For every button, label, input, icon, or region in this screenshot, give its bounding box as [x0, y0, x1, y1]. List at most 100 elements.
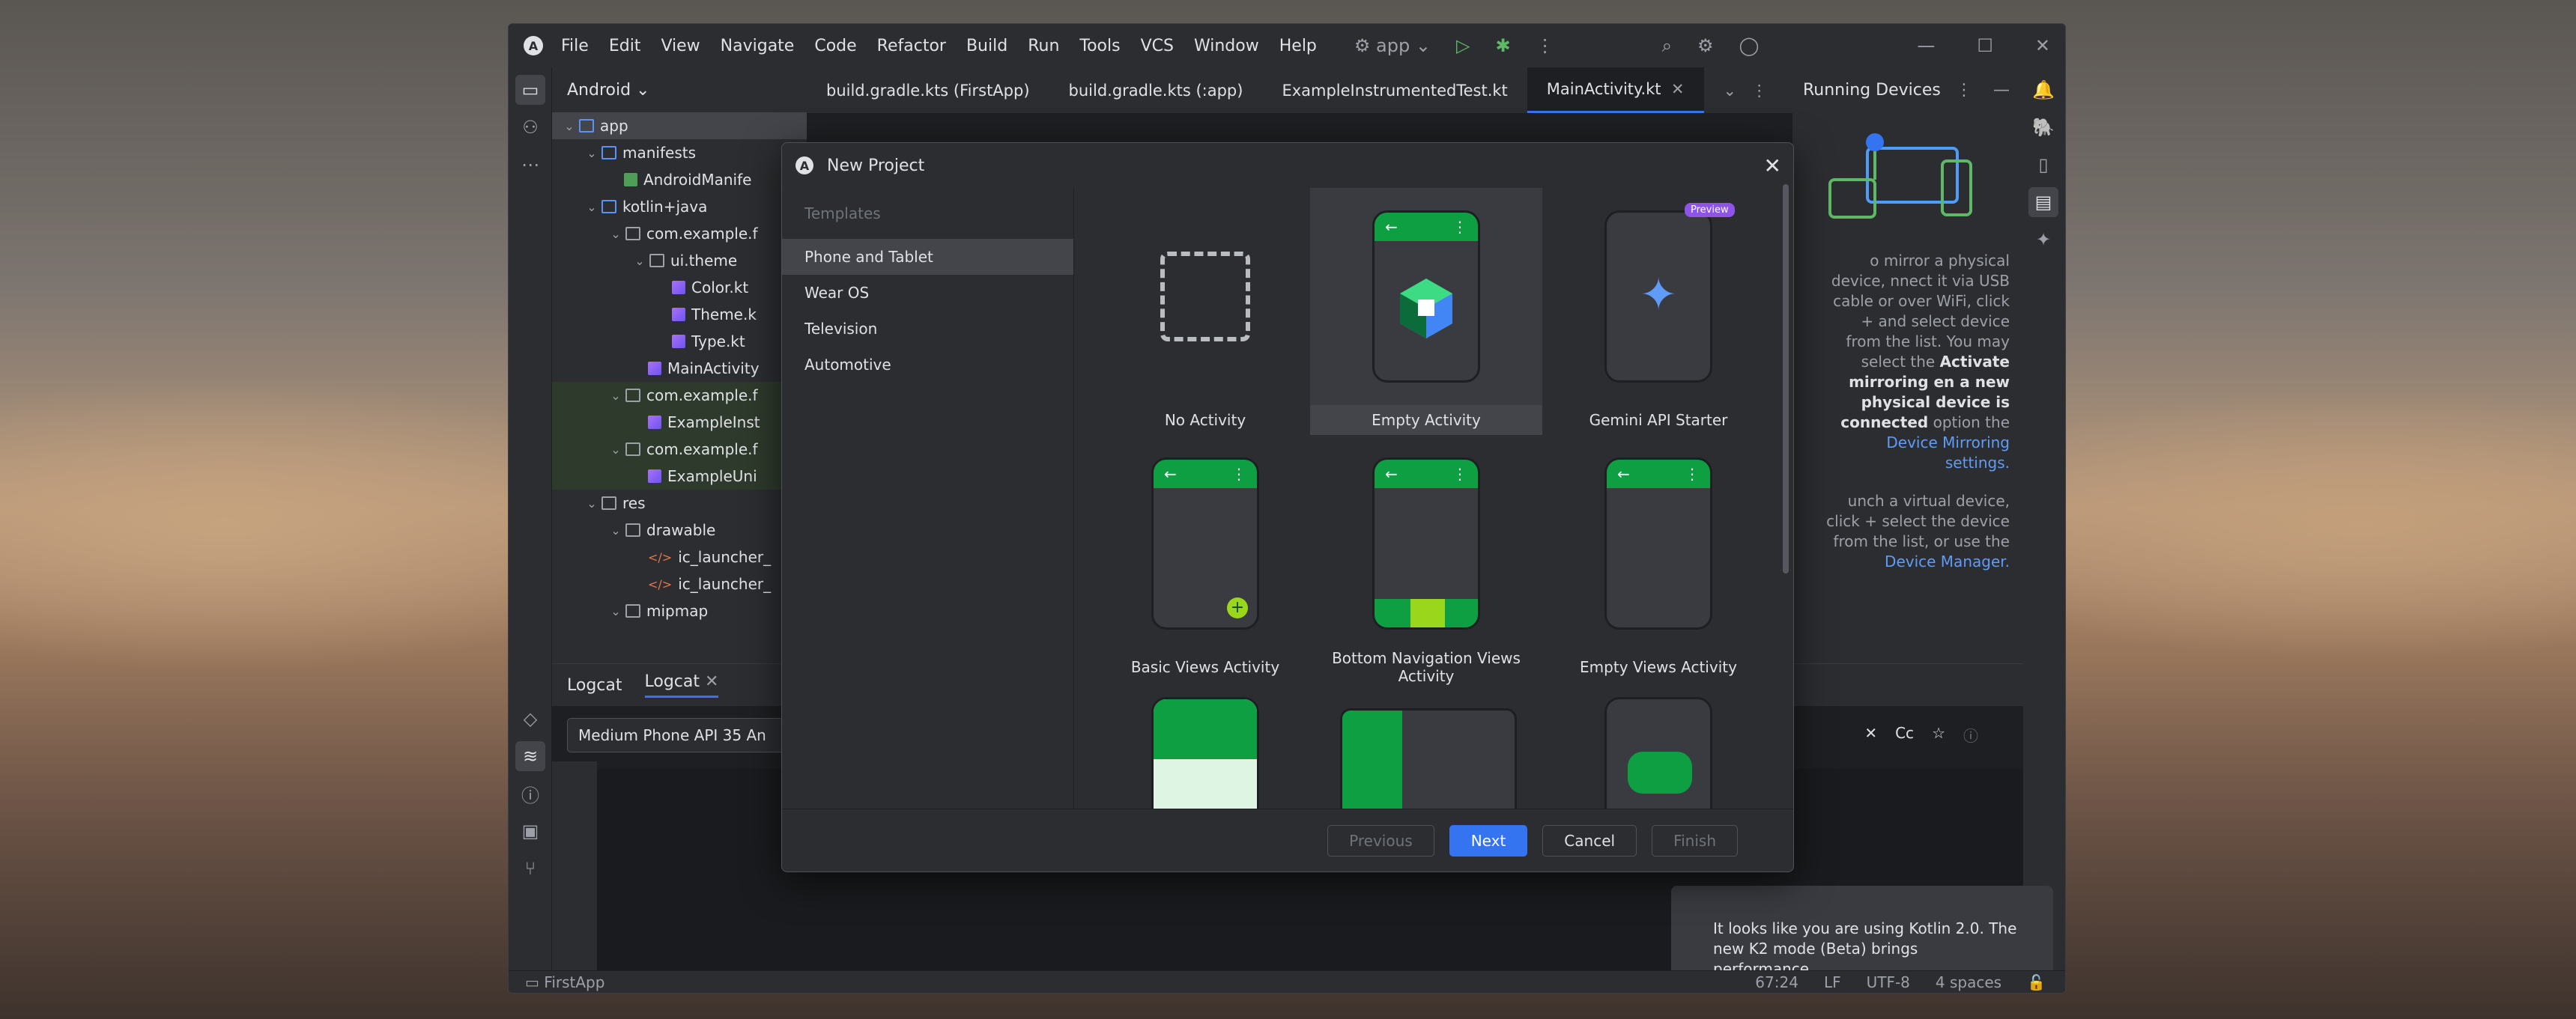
tree-ic-launcher-1[interactable]: </> ic_launcher_ [552, 544, 807, 571]
template-label: Empty Activity [1310, 405, 1542, 435]
status-project[interactable]: ▭ FirstApp [525, 973, 604, 991]
tree-label: mipmap [646, 602, 709, 620]
git-icon[interactable]: ⑂ [515, 854, 545, 883]
tree-type-kt[interactable]: Type.kt [552, 328, 807, 355]
tree-app[interactable]: ⌄ app [552, 112, 807, 139]
tree-package-unittest[interactable]: ⌄ com.example.f [552, 436, 807, 463]
more-tools-icon[interactable]: ⋯ [515, 150, 545, 180]
device-manager-link[interactable]: Device Manager. [1885, 553, 2010, 571]
device-manager-icon[interactable]: ▯ [2028, 150, 2058, 180]
project-view-selector[interactable]: Android ⌄ [552, 67, 807, 112]
close-dialog-icon[interactable]: ✕ [1764, 153, 1781, 178]
tree-package[interactable]: ⌄ com.example.f [552, 220, 807, 247]
tree-unit-test[interactable]: ExampleUni [552, 463, 807, 490]
template-responsive-views[interactable] [1310, 682, 1542, 809]
menu-edit[interactable]: Edit [609, 37, 641, 55]
tree-theme-kt[interactable]: Theme.k [552, 301, 807, 328]
clear-filter-icon[interactable]: ✕ [1864, 724, 1877, 746]
lock-icon[interactable]: 🔓 [2027, 973, 2046, 991]
file-encoding[interactable]: UTF-8 [1867, 973, 1910, 991]
more-icon[interactable]: ⋮ [1536, 35, 1554, 56]
gem-icon[interactable]: ◇ [515, 704, 545, 734]
close-tab-icon[interactable]: ✕ [1671, 80, 1685, 98]
category-television[interactable]: Television [782, 311, 1073, 347]
template-empty-views[interactable]: ← ⋮ Empty Views Activity [1542, 435, 1775, 682]
match-case-toggle[interactable]: Cc [1895, 724, 1914, 746]
device-mirroring-settings-link[interactable]: Device Mirroring settings. [1886, 434, 2010, 472]
menu-run[interactable]: Run [1028, 37, 1059, 55]
phone-preview-icon: ← ⋮ [1372, 457, 1480, 630]
previous-button[interactable]: Previous [1327, 824, 1434, 857]
tab-main-activity[interactable]: MainActivity.kt ✕ [1527, 67, 1704, 113]
close-tab-icon[interactable]: ✕ [705, 672, 718, 691]
tab-instrumented-test[interactable]: ExampleInstrumentedTest.kt [1262, 67, 1527, 113]
tree-ui-theme[interactable]: ⌄ ui.theme [552, 247, 807, 274]
panel-options-icon[interactable]: ⋮ — [1956, 81, 2010, 100]
template-list-detail[interactable] [1089, 682, 1321, 809]
close-window-icon[interactable]: ✕ [2035, 35, 2050, 56]
menu-vcs[interactable]: VCS [1141, 37, 1174, 55]
favorite-icon[interactable]: ☆ [1932, 724, 1945, 746]
template-game-activity[interactable] [1542, 682, 1775, 809]
gemini-icon[interactable]: ✦ [2028, 225, 2058, 255]
menu-code[interactable]: Code [814, 37, 856, 55]
gemini-star-icon: ✦ [1640, 269, 1678, 321]
tab-overflow-icon[interactable]: ⌄ ⋮ [1704, 67, 1787, 113]
line-separator[interactable]: LF [1824, 973, 1841, 991]
menu-navigate[interactable]: Navigate [721, 37, 795, 55]
next-button[interactable]: Next [1449, 824, 1528, 857]
category-automotive[interactable]: Automotive [782, 347, 1073, 383]
problems-icon[interactable]: ⓘ [515, 779, 545, 809]
menu-file[interactable]: File [561, 37, 589, 55]
run-config-selector[interactable]: ⚙ app ⌄ [1354, 35, 1431, 56]
template-bottom-navigation[interactable]: ← ⋮ Bottom Navigation Views Activity [1310, 435, 1542, 685]
template-basic-views[interactable]: ← ⋮ + Basic Views Activity [1089, 435, 1321, 682]
tree-drawable[interactable]: ⌄ drawable [552, 517, 807, 544]
logcat-tab[interactable]: Logcat ✕ [644, 672, 719, 698]
gradle-icon[interactable]: 🐘 [2028, 112, 2058, 142]
maximize-icon[interactable]: ☐ [1977, 35, 1993, 56]
account-icon[interactable]: ◯ [1739, 35, 1760, 56]
template-no-activity[interactable]: No Activity [1089, 188, 1321, 435]
notifications-icon[interactable]: 🔔 [2028, 75, 2058, 105]
run-icon[interactable]: ▷ [1456, 35, 1470, 56]
indent-setting[interactable]: 4 spaces [1936, 973, 2001, 991]
tree-main-activity[interactable]: MainActivity [552, 355, 807, 382]
tree-instrumented-test[interactable]: ExampleInst [552, 409, 807, 436]
menu-window[interactable]: Window [1194, 37, 1259, 55]
tree-color-kt[interactable]: Color.kt [552, 274, 807, 301]
tree-manifest-file[interactable]: AndroidManife [552, 166, 807, 193]
tab-build-gradle-app[interactable]: build.gradle.kts (:app) [1049, 67, 1263, 113]
device-selector[interactable]: Medium Phone API 35 An [567, 718, 784, 752]
menu-refactor[interactable]: Refactor [877, 37, 946, 55]
cancel-button[interactable]: Cancel [1542, 824, 1637, 857]
minimize-icon[interactable]: — [1917, 35, 1935, 56]
menu-help[interactable]: Help [1279, 37, 1317, 55]
tree-manifests[interactable]: ⌄ manifests [552, 139, 807, 166]
tree-res[interactable]: ⌄ res [552, 490, 807, 517]
running-devices-icon[interactable]: ▤ [2028, 187, 2058, 217]
structure-icon[interactable]: ⚇ [515, 112, 545, 142]
tree-kotlin-java[interactable]: ⌄ kotlin+java [552, 193, 807, 220]
logcat-icon[interactable]: ≋ [515, 741, 545, 771]
tree-package-test[interactable]: ⌄ com.example.f [552, 382, 807, 409]
category-wear-os[interactable]: Wear OS [782, 275, 1073, 311]
menu-tools[interactable]: Tools [1079, 37, 1120, 55]
template-scrollbar[interactable] [1783, 184, 1789, 574]
category-phone-tablet[interactable]: Phone and Tablet [782, 239, 1073, 275]
menu-view[interactable]: View [661, 37, 700, 55]
tree-mipmap[interactable]: ⌄ mipmap [552, 597, 807, 624]
finish-button[interactable]: Finish [1652, 824, 1738, 857]
debug-icon[interactable]: ✱ [1495, 35, 1510, 56]
menu-build[interactable]: Build [966, 37, 1007, 55]
settings-icon[interactable]: ⚙ [1697, 35, 1714, 56]
template-gemini-api-starter[interactable]: ✦ Preview Gemini API Starter [1542, 188, 1775, 435]
template-empty-activity[interactable]: ← ⋮ Empty Activity [1310, 188, 1542, 435]
search-icon[interactable]: ⌕ [1662, 35, 1672, 56]
tree-ic-launcher-2[interactable]: </> ic_launcher_ [552, 571, 807, 597]
project-folder-icon[interactable]: ▭ [515, 75, 545, 105]
caret-position[interactable]: 67:24 [1755, 973, 1798, 991]
terminal-icon[interactable]: ▣ [515, 816, 545, 846]
help-icon[interactable]: ⓘ [1963, 724, 1978, 746]
tab-build-gradle-firstapp[interactable]: build.gradle.kts (FirstApp) [807, 67, 1049, 113]
